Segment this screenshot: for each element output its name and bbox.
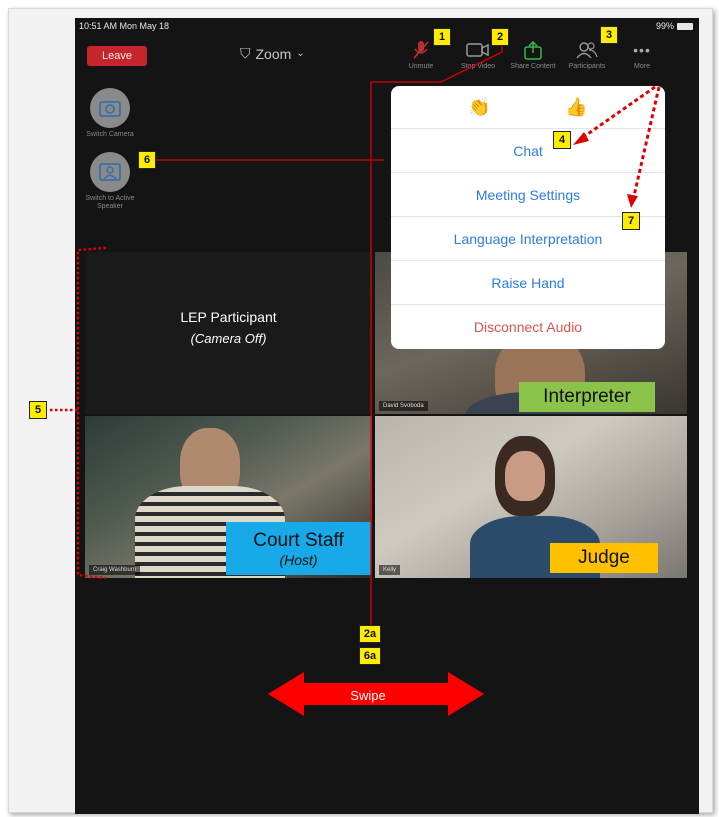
callout-6a: 6a — [359, 647, 381, 665]
callout-5: 5 — [29, 401, 47, 419]
participant-name-tag: Craig Washburn — [89, 565, 141, 575]
court-staff-label-text: Court Staff — [253, 529, 344, 551]
menu-item-chat[interactable]: Chat — [391, 129, 665, 173]
unmute-label: Unmute — [408, 63, 434, 70]
battery-icon — [677, 22, 693, 30]
share-arrow-icon — [523, 40, 543, 60]
judge-label-text: Judge — [578, 547, 630, 568]
interpreter-label-text: Interpreter — [543, 386, 631, 407]
active-speaker-icon — [90, 152, 130, 192]
judge-label: Judge — [550, 543, 658, 573]
video-tile-court-staff[interactable]: Craig Washburn Court Staff (Host) — [85, 416, 372, 578]
court-staff-label: Court Staff (Host) — [226, 522, 371, 575]
callout-1: 1 — [433, 28, 451, 46]
participants-label: Participants — [568, 63, 606, 70]
more-label: More — [634, 63, 650, 70]
more-dots-icon: ••• — [633, 42, 651, 58]
status-time: 10:51 AM Mon May 18 — [79, 21, 170, 31]
host-sublabel: (Host) — [279, 551, 318, 568]
share-content-button[interactable]: Share Content — [509, 40, 557, 70]
battery-percent: 99% — [655, 21, 674, 31]
menu-item-raise-hand[interactable]: Raise Hand — [391, 261, 665, 305]
interpreter-label: Interpreter — [519, 382, 655, 412]
menu-item-disconnect-audio[interactable]: Disconnect Audio — [391, 305, 665, 348]
callout-7: 7 — [622, 212, 640, 230]
menu-item-meeting-settings[interactable]: Meeting Settings — [391, 173, 665, 217]
meeting-title-text: Zoom — [255, 45, 292, 62]
callout-6: 6 — [138, 151, 156, 169]
shield-icon: ⛉ — [240, 45, 251, 61]
more-button[interactable]: ••• More — [618, 40, 666, 70]
reactions-row: 👏 👍 — [391, 86, 665, 129]
camera-off-label: (Camera Off) — [190, 331, 267, 346]
switch-to-active-speaker-button[interactable]: Switch to Active Speaker — [80, 152, 140, 211]
switch-camera-icon — [90, 88, 130, 128]
thumbs-up-reaction-icon[interactable]: 👍 — [565, 97, 587, 118]
video-tile-judge[interactable]: Kelly Judge — [375, 416, 687, 578]
switch-camera-label: Switch Camera — [86, 131, 134, 138]
video-tile-lep-participant[interactable]: LEP Participant (Camera Off) — [85, 252, 372, 414]
participant-name-tag: David Svoboda — [379, 401, 428, 411]
leave-button[interactable]: Leave — [87, 46, 147, 66]
stop-video-label: Stop Video — [460, 63, 496, 70]
switch-to-active-speaker-label: Switch to Active Speaker — [85, 195, 135, 210]
microphone-muted-icon — [413, 40, 429, 60]
participants-icon — [575, 40, 599, 60]
callout-4: 4 — [553, 131, 571, 149]
video-camera-icon — [466, 40, 490, 60]
swipe-label: Swipe — [350, 688, 386, 703]
callout-3: 3 — [600, 26, 618, 44]
chevron-down-icon: ⌄ — [296, 48, 305, 59]
share-content-label: Share Content — [510, 63, 556, 70]
switch-camera-button[interactable]: Switch Camera — [80, 88, 140, 139]
callout-2a: 2a — [359, 625, 381, 643]
participant-name-tag: Kelly — [379, 565, 401, 575]
battery-indicator: 99% — [656, 21, 693, 31]
judge-face — [505, 451, 545, 501]
participants-button[interactable]: Participants — [563, 40, 611, 70]
clap-reaction-icon[interactable]: 👏 — [468, 97, 490, 118]
lep-participant-title: LEP Participant — [180, 309, 277, 325]
callout-2: 2 — [491, 28, 509, 46]
meeting-title[interactable]: ⛉ Zoom ⌄ — [240, 45, 305, 62]
